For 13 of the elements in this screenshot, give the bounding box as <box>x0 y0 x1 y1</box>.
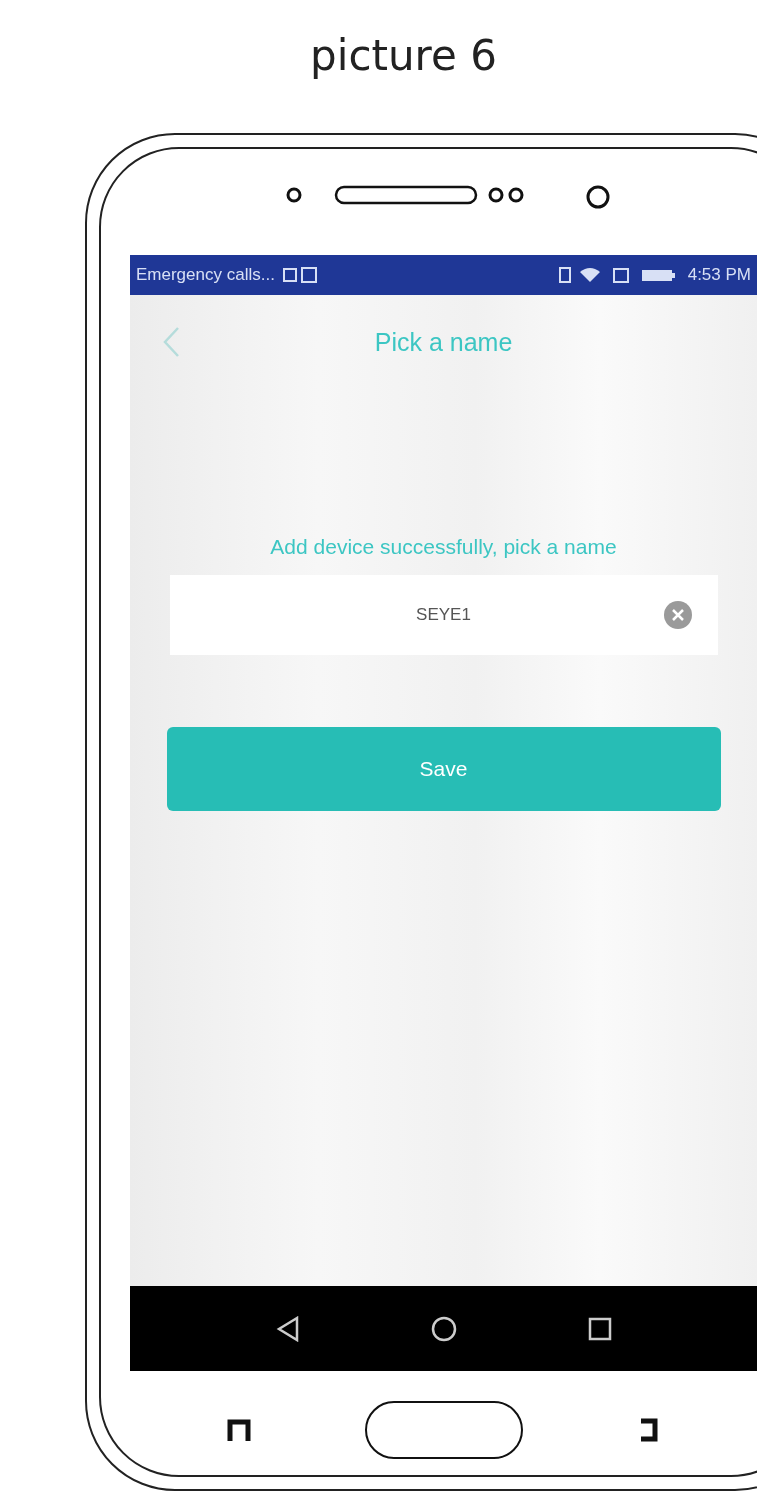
home-key-icon <box>364 1400 525 1461</box>
prompt-text: Add device successfully, pick a name <box>270 534 617 559</box>
carrier-text: Emergency calls... <box>136 264 275 285</box>
back-key-icon <box>638 1418 661 1443</box>
name-field[interactable]: SEYE1 <box>169 574 718 655</box>
notification-icon <box>282 266 317 283</box>
home-nav-icon[interactable] <box>430 1315 457 1342</box>
caption: picture 6 <box>309 29 498 82</box>
back-nav-icon[interactable] <box>275 1315 300 1342</box>
screen-title: Pick a name <box>374 327 513 357</box>
menu-key-icon <box>226 1419 251 1442</box>
recent-apps-icon[interactable] <box>587 1316 612 1341</box>
time-text: 4:53 PM <box>687 264 751 285</box>
